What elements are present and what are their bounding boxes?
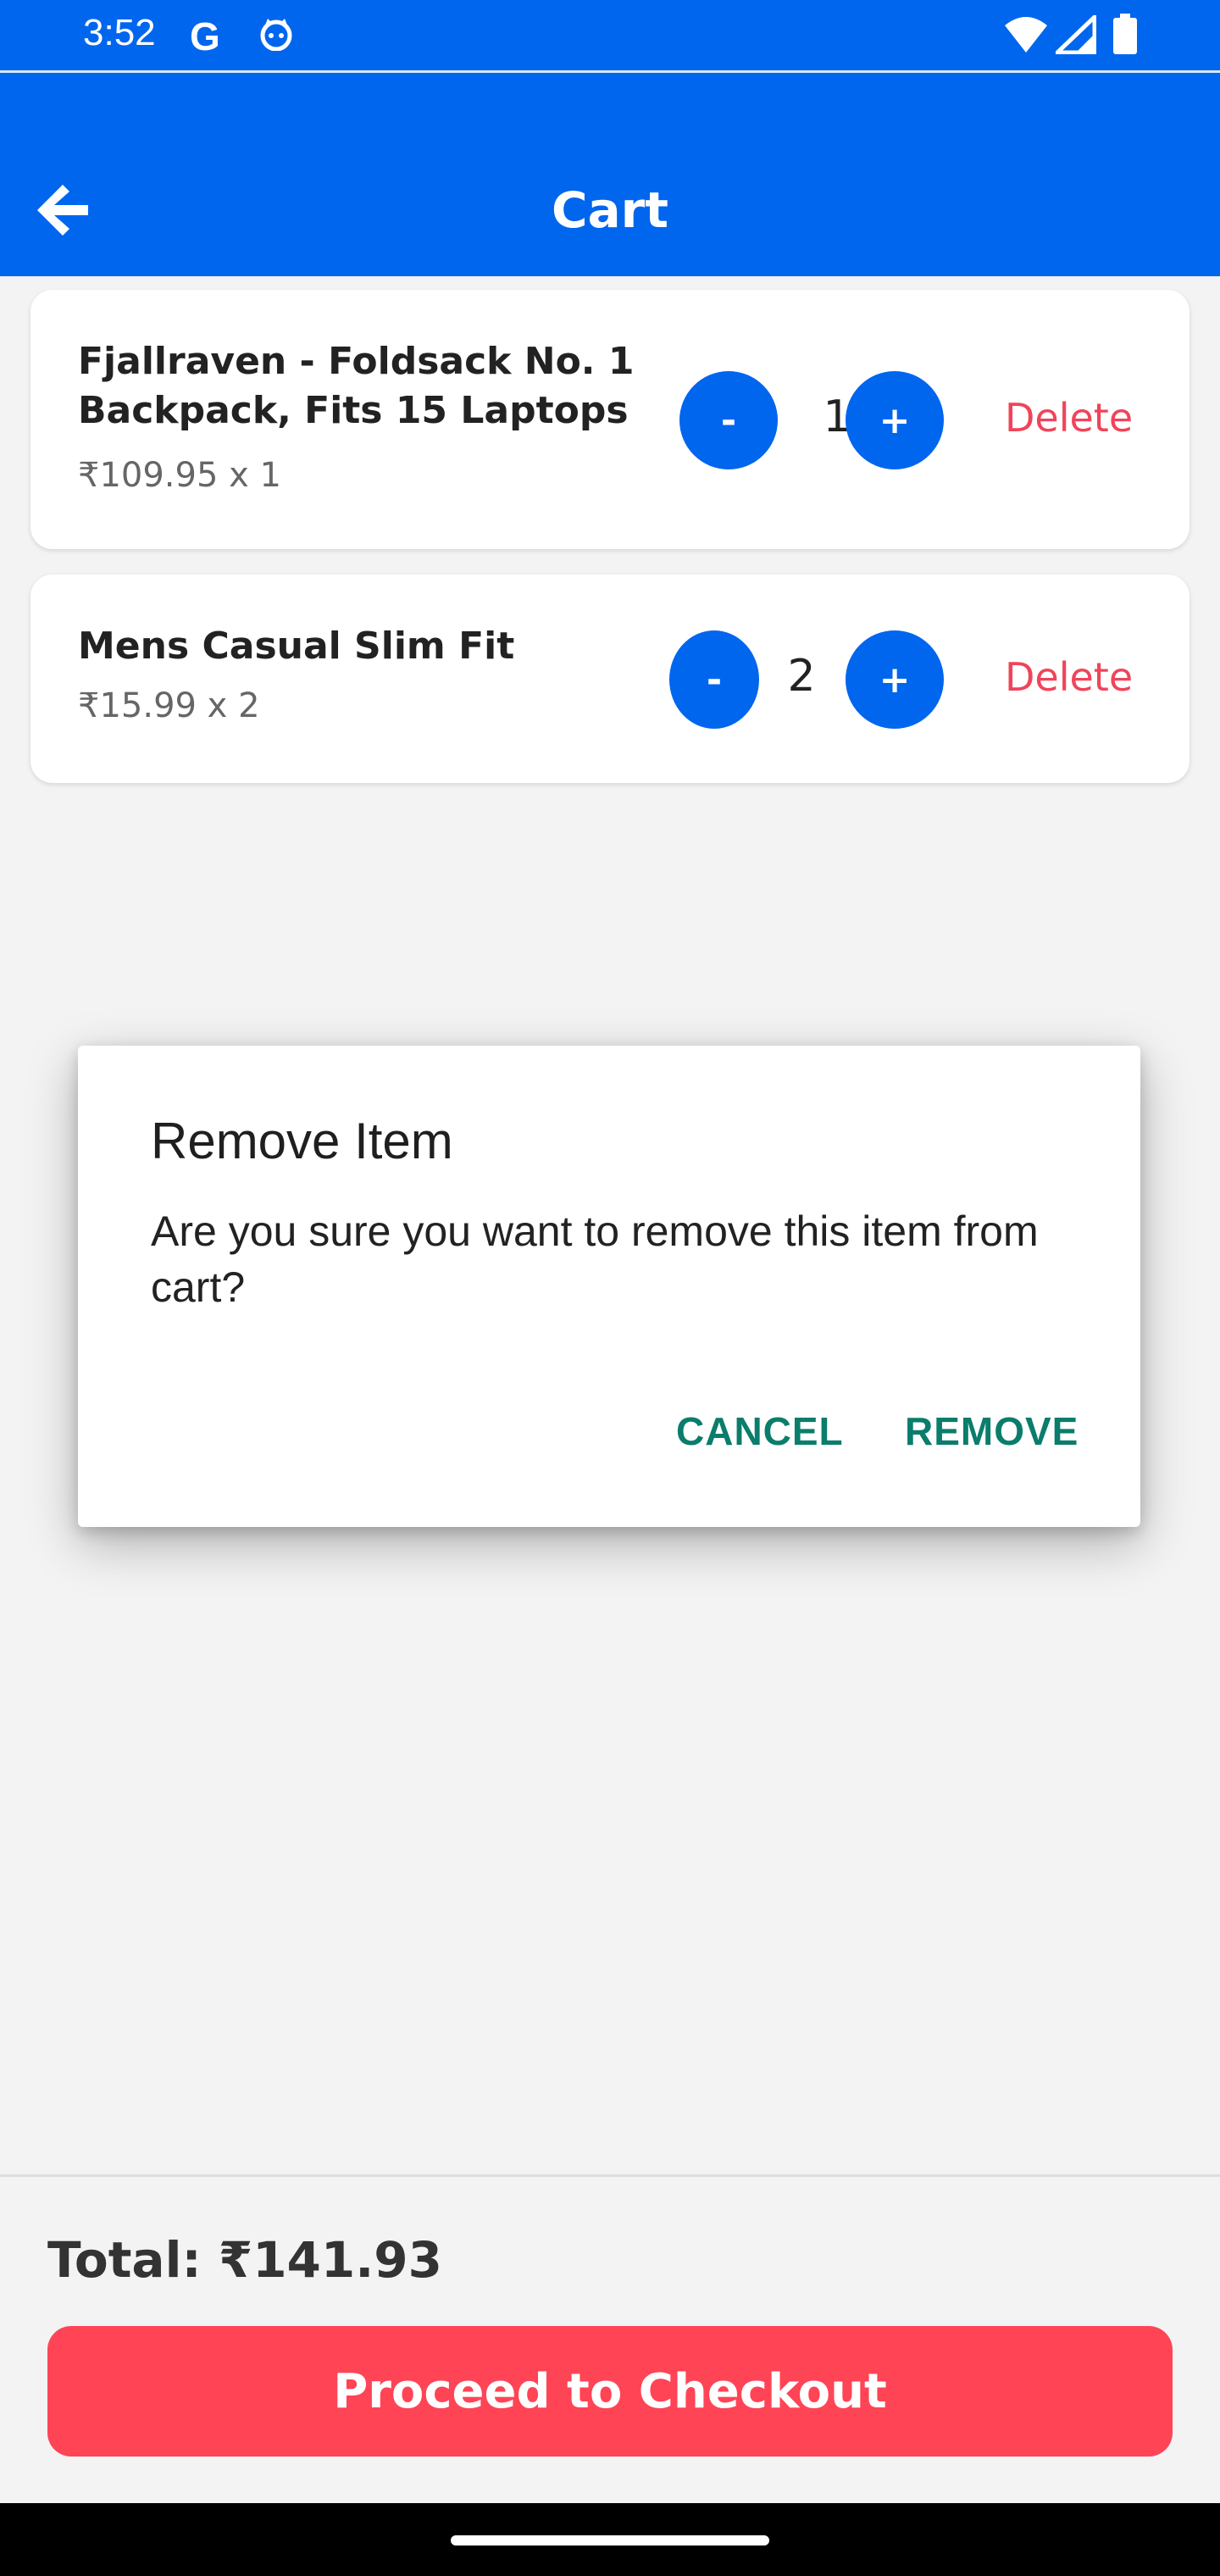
status-time: 3:52 [83,12,156,53]
cart-item: Mens Casual Slim Fit ₹15.99 x 2 - 2 + De… [30,575,1190,783]
system-nav-bar [0,2503,1220,2576]
cat-face-icon [260,19,292,51]
delete-item-button[interactable]: Delete [1005,654,1133,700]
remove-button[interactable]: REMOVE [905,1408,1079,1454]
cart-footer: Total: ₹141.93 Proceed to Checkout [0,2174,1220,2502]
dialog-title: Remove Item [151,1113,453,1169]
increase-quantity-button[interactable]: + [846,371,944,469]
proceed-to-checkout-button[interactable]: Proceed to Checkout [47,2326,1173,2457]
decrease-quantity-button[interactable]: - [679,371,778,469]
cart-item-name: Fjallraven - Foldsack No. 1 Backpack, Fi… [78,340,635,432]
cart-item: Fjallraven - Foldsack No. 1 Backpack, Fi… [30,290,1190,549]
dialog-message: Are you sure you want to remove this ite… [151,1208,1039,1311]
status-bar: 3:52 G [0,0,1220,73]
quantity-value: 2 [787,651,816,702]
cart-total: Total: ₹141.93 [47,2231,443,2289]
battery-icon [1113,14,1137,54]
cart-item-name: Mens Casual Slim Fit [78,625,515,668]
delete-item-button[interactable]: Delete [1005,395,1133,441]
cart-item-price: ₹15.99 x 2 [78,686,260,725]
google-icon: G [190,14,220,58]
decrease-quantity-button[interactable]: - [669,630,759,729]
signal-icon [1056,15,1096,54]
wifi-icon [1005,17,1047,53]
cancel-button[interactable]: CANCEL [676,1408,844,1454]
app-bar: Cart [0,73,1220,276]
remove-item-dialog: Remove Item Are you sure you want to rem… [78,1046,1140,1527]
home-gesture-handle[interactable] [451,2535,769,2545]
page-title: Cart [551,181,669,239]
cart-item-price: ₹109.95 x 1 [78,456,281,495]
increase-quantity-button[interactable]: + [846,630,944,729]
